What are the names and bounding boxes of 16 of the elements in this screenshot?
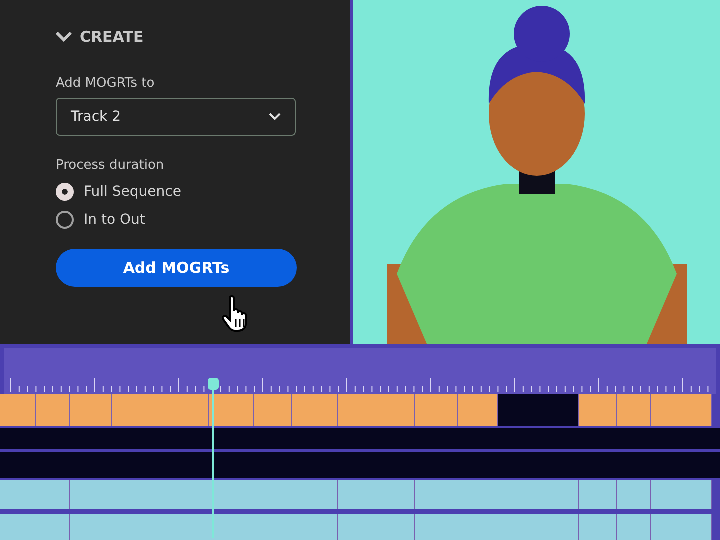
create-section-header[interactable]: CREATE xyxy=(56,28,144,46)
timeline-clip xyxy=(458,394,498,426)
add-mogrts-button[interactable]: Add MOGRTs xyxy=(56,249,297,287)
chevron-down-icon xyxy=(269,113,281,121)
timeline-clip xyxy=(0,394,36,426)
chevron-down-icon xyxy=(56,32,72,42)
timeline-clip xyxy=(254,394,292,426)
field-label: Add MOGRTs to xyxy=(56,76,155,91)
field-label: Process duration xyxy=(56,158,164,173)
radio-button[interactable] xyxy=(56,211,74,229)
radio-option[interactable]: Full Sequence xyxy=(56,183,182,201)
track-dropdown[interactable]: Track 2 xyxy=(56,98,296,136)
radio-option[interactable]: In to Out xyxy=(56,211,146,229)
timeline-clip xyxy=(579,394,617,426)
timeline-clip xyxy=(36,394,70,426)
playhead[interactable] xyxy=(208,378,219,540)
